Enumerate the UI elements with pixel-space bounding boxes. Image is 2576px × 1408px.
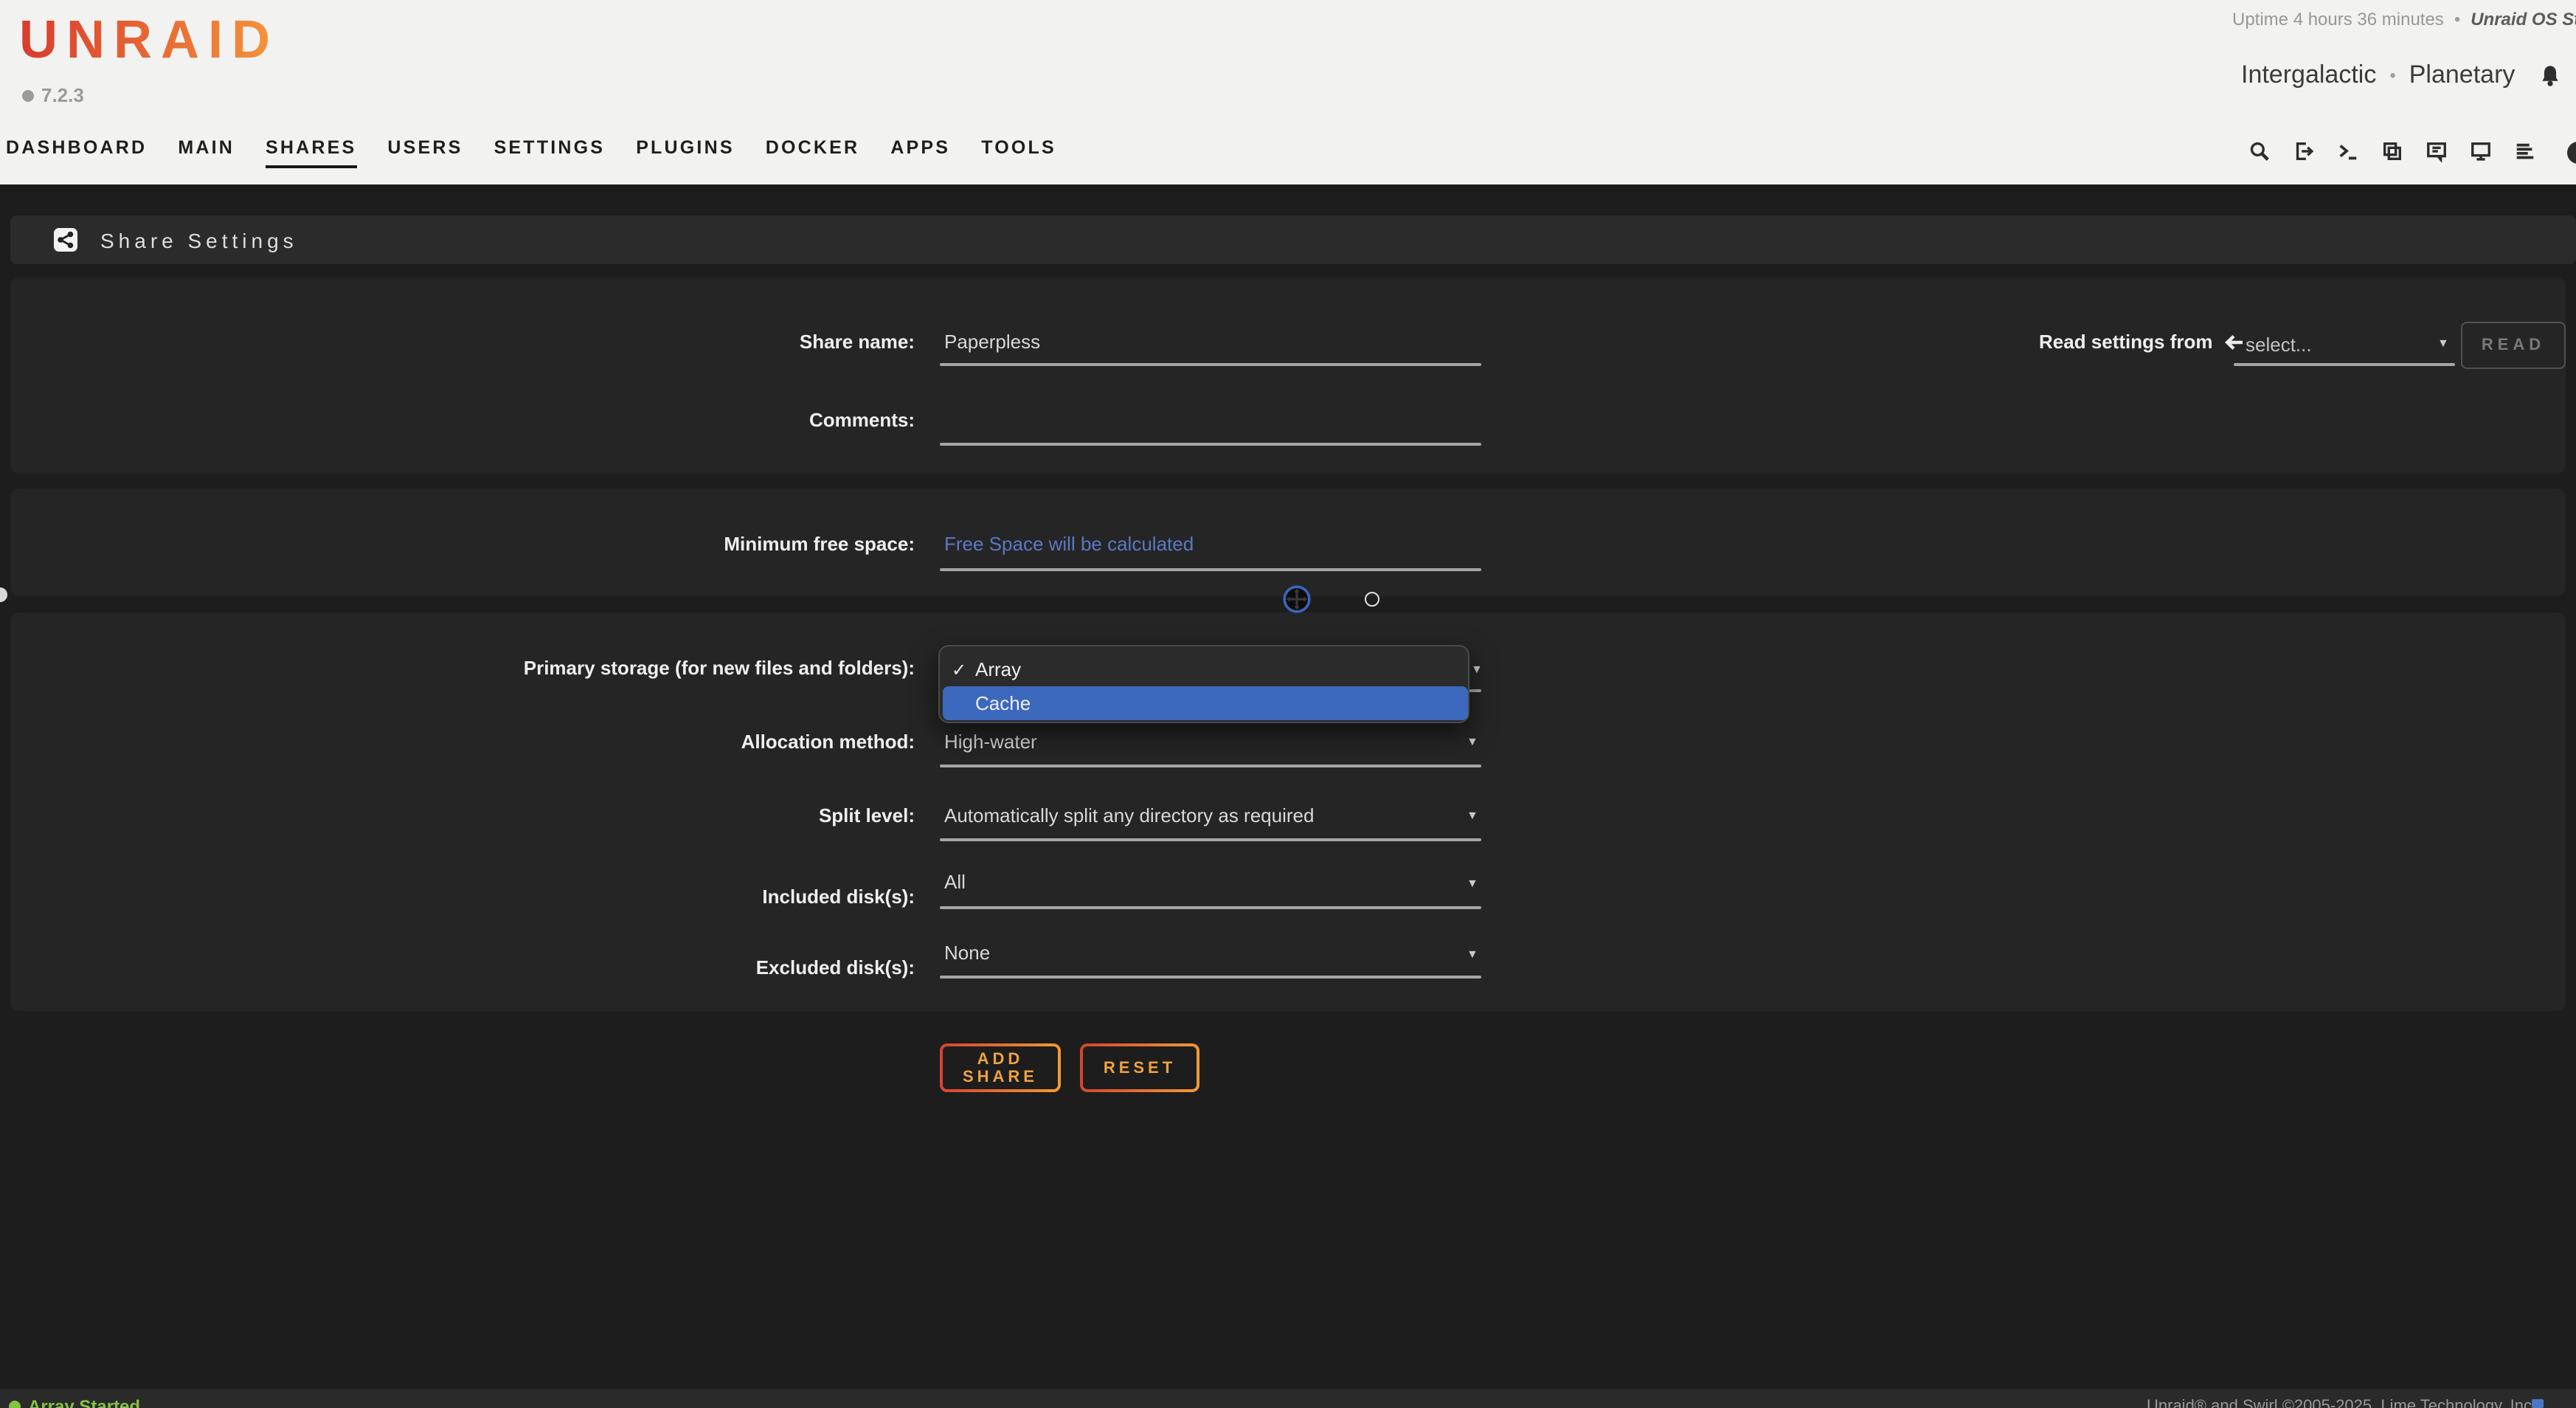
nav-item-dashboard[interactable]: DASHBOARD	[6, 137, 147, 168]
chevron-down-icon[interactable]: ▼	[1467, 877, 1478, 890]
page-title: Share Settings	[100, 228, 298, 252]
split-level-select[interactable]: Automatically split any directory as req…	[944, 804, 1314, 826]
chevron-down-icon[interactable]: ▼	[1467, 948, 1478, 961]
dropdown-option-array[interactable]: ✓ Array	[943, 652, 1468, 686]
copy-icon[interactable]	[2381, 140, 2403, 162]
min-free-space-label: Minimum free space:	[10, 533, 915, 555]
split-level-underline	[940, 838, 1481, 841]
uptime-line: Uptime 4 hours 36 minutes • Unraid OS St…	[2232, 9, 2576, 30]
split-level-label: Split level:	[10, 804, 915, 826]
separator-dot: •	[2454, 9, 2460, 30]
feedback-icon[interactable]	[2426, 140, 2448, 162]
server-identity: Intergalactic • Planetary	[2241, 61, 2576, 90]
cursor-edge-dot	[0, 587, 7, 602]
chevron-down-icon[interactable]: ▼	[1467, 735, 1478, 748]
click-indicator-ring	[1365, 592, 1379, 607]
nav-item-shares[interactable]: SHARES	[266, 137, 356, 168]
share-icon	[53, 227, 78, 252]
main-nav: DASHBOARD MAIN SHARES USERS SETTINGS PLU…	[6, 137, 1056, 168]
status-green-dot-icon	[9, 1401, 21, 1408]
notifications-bell-icon[interactable]	[2537, 63, 2562, 88]
excluded-disks-select[interactable]: None	[944, 942, 990, 964]
excluded-disks-underline	[940, 976, 1481, 979]
check-icon: ✓	[943, 659, 975, 680]
allocation-method-underline	[940, 765, 1481, 767]
version-badge: 7.2.3	[22, 84, 84, 106]
version-dot-icon	[22, 89, 34, 101]
footer-link-icon[interactable]	[2532, 1399, 2544, 1408]
search-icon[interactable]	[2248, 140, 2271, 162]
clipped-edge-icon[interactable]	[2567, 142, 2576, 164]
log-icon[interactable]	[2514, 140, 2536, 162]
read-button[interactable]: READ	[2461, 322, 2566, 369]
share-name-underline	[940, 363, 1481, 366]
read-settings-underline	[2234, 363, 2455, 366]
primary-storage-dropdown-menu: ✓ Array ✓ Cache	[938, 645, 1469, 723]
comments-label: Comments:	[10, 409, 915, 431]
min-free-space-input[interactable]: Free Space will be calculated	[944, 533, 1194, 555]
share-name-input[interactable]: Paperpless	[944, 331, 1040, 353]
unraid-logo[interactable]: UNRAID	[19, 9, 279, 71]
dropdown-option-label: Cache	[975, 692, 1031, 714]
included-disks-label: Included disk(s):	[10, 886, 915, 908]
primary-storage-label: Primary storage (for new files and folde…	[10, 657, 915, 679]
comments-underline	[940, 443, 1481, 446]
version-text: 7.2.3	[41, 84, 84, 106]
footer-bar: Array Started Unraid® and Swirl ©2005-20…	[0, 1389, 2576, 1408]
unraid-webgui: UNRAID 7.2.3 Uptime 4 hours 36 minutes •…	[0, 0, 2576, 1408]
os-edition-text: Unraid OS Starter	[2471, 9, 2576, 30]
add-share-button[interactable]: ADD SHARE	[940, 1043, 1061, 1092]
dropdown-option-cache[interactable]: ✓ Cache	[943, 686, 1468, 720]
read-settings-select[interactable]: select...	[2246, 334, 2312, 356]
read-settings-label-text: Read settings from	[2039, 331, 2213, 353]
separator-dot: •	[2389, 65, 2395, 86]
top-header: UNRAID 7.2.3 Uptime 4 hours 36 minutes •…	[0, 0, 2576, 184]
copyright-text: Unraid® and Swirl ©2005-2025, Lime Techn…	[2147, 1398, 2536, 1408]
allocation-method-label: Allocation method:	[10, 731, 915, 753]
read-settings-label: Read settings from	[2039, 331, 2244, 353]
nav-item-main[interactable]: MAIN	[178, 137, 235, 168]
server-description: Planetary	[2409, 61, 2516, 90]
nav-item-plugins[interactable]: PLUGINS	[636, 137, 735, 168]
allocation-method-select[interactable]: High-water	[944, 731, 1037, 753]
sign-out-icon[interactable]	[2293, 140, 2315, 162]
terminal-icon[interactable]	[2337, 140, 2359, 162]
nav-item-docker[interactable]: DOCKER	[766, 137, 860, 168]
nav-item-settings[interactable]: SETTINGS	[494, 137, 606, 168]
arrow-left-icon	[2223, 331, 2244, 352]
nav-item-apps[interactable]: APPS	[890, 137, 950, 168]
min-free-space-underline	[940, 568, 1481, 571]
chevron-down-icon[interactable]: ▼	[1467, 809, 1478, 822]
excluded-disks-label: Excluded disk(s):	[10, 956, 915, 979]
reset-button[interactable]: RESET	[1080, 1043, 1199, 1092]
monitor-icon[interactable]	[2470, 140, 2492, 162]
move-cursor-icon	[1282, 584, 1312, 614]
server-name: Intergalactic	[2241, 61, 2376, 90]
uptime-text: Uptime 4 hours 36 minutes	[2232, 9, 2444, 30]
array-status: Array Started	[9, 1396, 140, 1408]
chevron-down-icon[interactable]: ▼	[1471, 663, 1483, 676]
chevron-down-icon[interactable]: ▼	[2437, 337, 2449, 350]
nav-utility-icons	[2248, 140, 2536, 162]
array-status-text: Array Started	[28, 1396, 140, 1408]
share-name-label: Share name:	[10, 331, 915, 353]
nav-item-users[interactable]: USERS	[387, 137, 463, 168]
page-titlebar: Share Settings	[10, 215, 2576, 264]
included-disks-underline	[940, 906, 1481, 909]
dropdown-option-label: Array	[975, 658, 1021, 680]
nav-item-tools[interactable]: TOOLS	[981, 137, 1056, 168]
included-disks-select[interactable]: All	[944, 871, 966, 893]
